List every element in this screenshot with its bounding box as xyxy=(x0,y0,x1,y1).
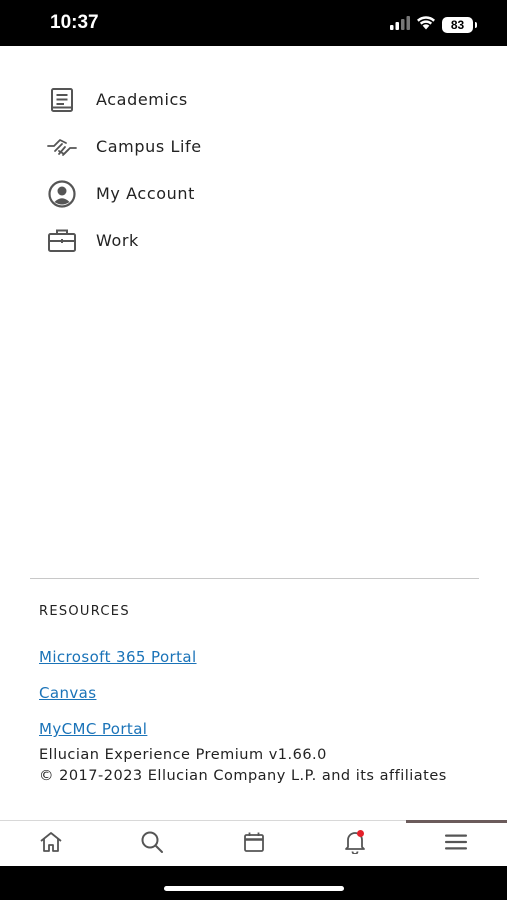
home-indicator[interactable] xyxy=(164,886,344,891)
home-indicator-area xyxy=(0,866,507,900)
bottom-tab-bar xyxy=(0,820,507,866)
briefcase-icon xyxy=(47,226,77,256)
status-icons: 83 xyxy=(390,15,477,34)
calendar-icon xyxy=(243,831,265,857)
menu-item-label: Campus Life xyxy=(96,137,202,156)
tab-menu[interactable] xyxy=(405,820,507,866)
app-version: Ellucian Experience Premium v1.66.0 xyxy=(39,747,327,763)
link-mycmc-portal[interactable]: MyCMC Portal xyxy=(39,720,147,738)
home-icon xyxy=(39,831,63,857)
battery-level: 83 xyxy=(450,17,465,32)
tab-notifications[interactable] xyxy=(304,821,405,866)
section-divider xyxy=(30,578,479,579)
cellular-signal-icon xyxy=(390,15,410,34)
menu-item-label: Academics xyxy=(96,90,188,109)
status-time: 10:37 xyxy=(50,12,99,33)
resources-section: RESOURCES Microsoft 365 Portal Canvas My… xyxy=(39,604,479,784)
main-menu: Academics Campus Life My Account Work xyxy=(0,76,507,264)
tab-calendar[interactable] xyxy=(203,821,304,866)
menu-item-label: My Account xyxy=(96,184,195,203)
search-icon xyxy=(140,830,164,858)
link-microsoft-365-portal[interactable]: Microsoft 365 Portal xyxy=(39,648,197,666)
menu-item-work[interactable]: Work xyxy=(0,217,507,264)
menu-item-my-account[interactable]: My Account xyxy=(0,170,507,217)
wifi-icon xyxy=(416,15,436,34)
status-bar: 10:37 83 xyxy=(0,0,507,46)
hamburger-menu-icon xyxy=(444,833,468,855)
link-canvas[interactable]: Canvas xyxy=(39,684,96,702)
tab-search[interactable] xyxy=(101,821,202,866)
handshake-icon xyxy=(47,132,77,162)
resources-heading: RESOURCES xyxy=(39,604,130,619)
app-screen: Academics Campus Life My Account Work RE… xyxy=(0,46,507,900)
book-icon xyxy=(47,85,77,115)
menu-item-label: Work xyxy=(96,231,139,250)
menu-item-campus-life[interactable]: Campus Life xyxy=(0,123,507,170)
copyright-text: © 2017-2023 Ellucian Company L.P. and it… xyxy=(39,768,447,784)
battery-icon: 83 xyxy=(442,16,477,33)
account-circle-icon xyxy=(47,179,77,209)
menu-item-academics[interactable]: Academics xyxy=(0,76,507,123)
tab-home[interactable] xyxy=(0,821,101,866)
